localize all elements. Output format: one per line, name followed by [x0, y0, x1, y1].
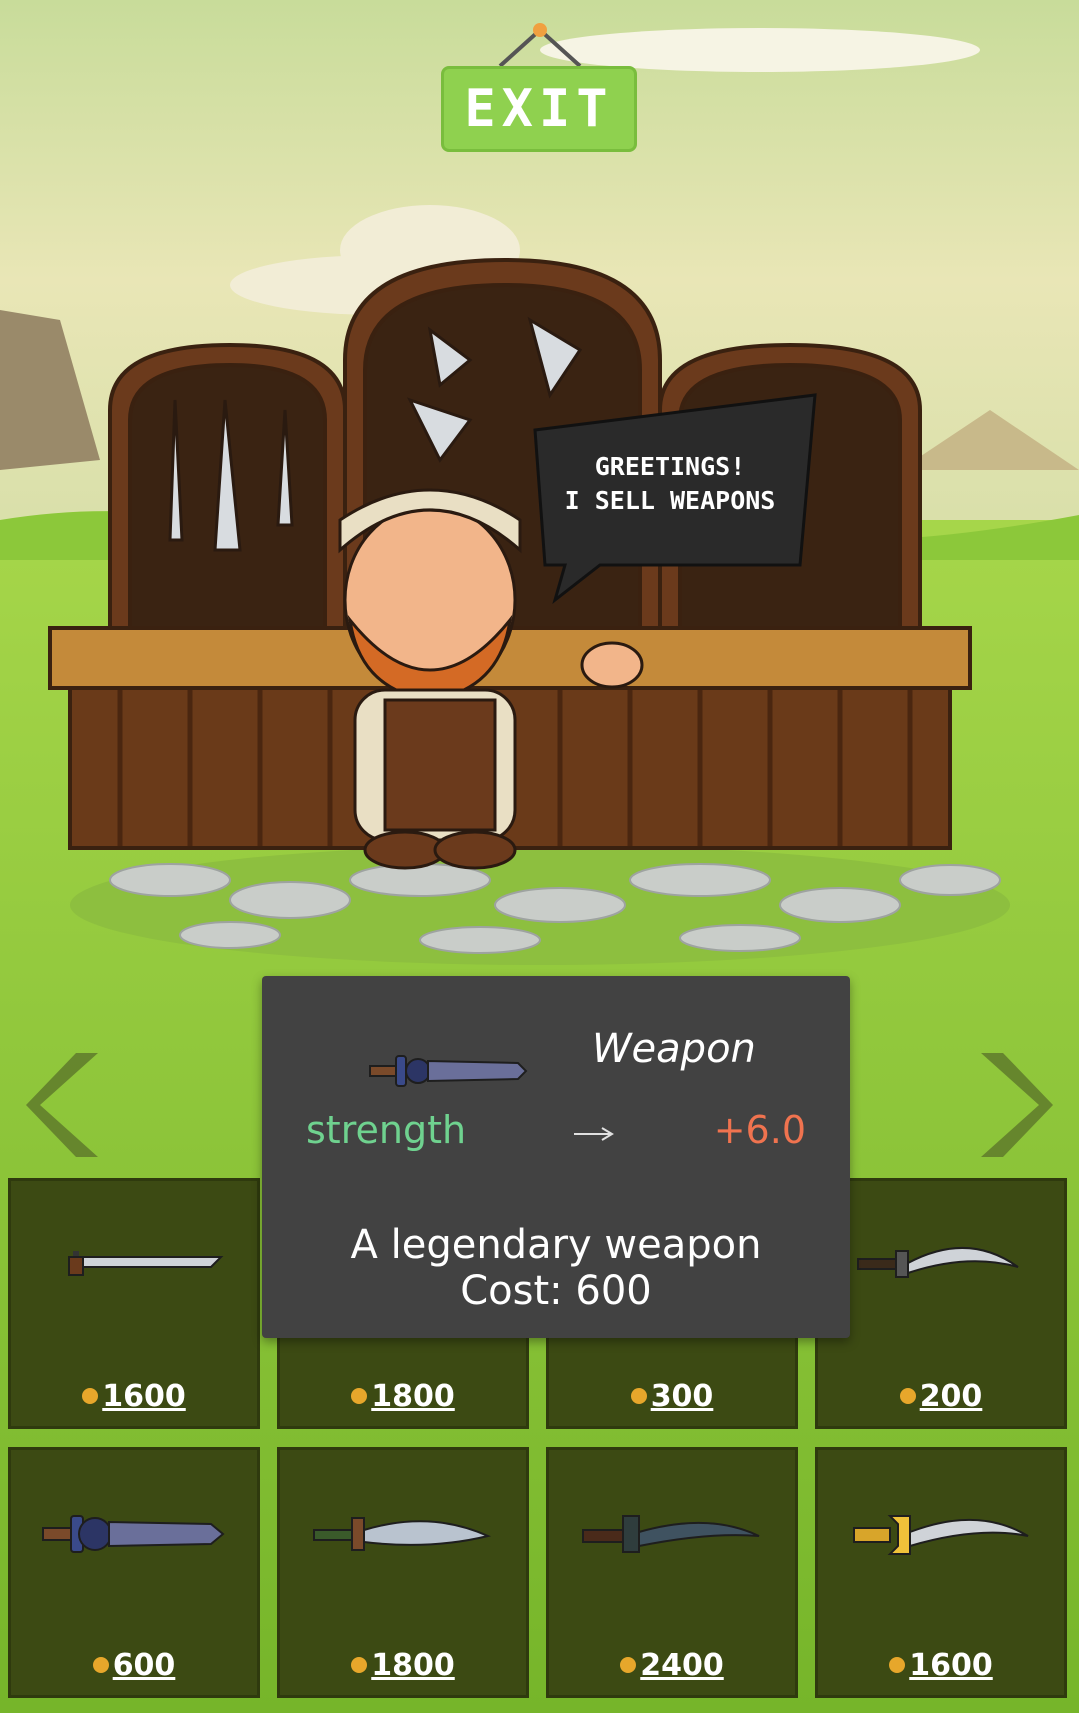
exit-button[interactable]: EXIT [441, 66, 637, 152]
coin-icon [899, 1387, 916, 1404]
dark-scimitar-icon [582, 1515, 760, 1553]
shop-item-slot[interactable]: 200 [815, 1178, 1067, 1429]
weapon-description: A legendary weapon [350, 1222, 762, 1268]
coin-icon [92, 1656, 109, 1673]
item-price: 1600 [11, 1379, 257, 1414]
cost-value: 600 [575, 1268, 652, 1314]
speech-line-1: GREETINGS! [594, 452, 746, 481]
item-price-value: 200 [919, 1379, 983, 1414]
tooltip-title: Weapon [592, 1026, 756, 1072]
item-price-value: 600 [112, 1648, 176, 1683]
coin-icon [351, 1656, 368, 1673]
stat-name: strength [306, 1108, 467, 1152]
katana-icon [68, 1251, 224, 1276]
cost-label: Cost: [460, 1268, 563, 1314]
legendary-sword-icon [42, 1515, 225, 1553]
item-price: 1600 [818, 1648, 1064, 1683]
item-price-value: 1600 [909, 1648, 993, 1683]
coin-icon [351, 1387, 368, 1404]
item-price: 1800 [280, 1379, 526, 1414]
item-price: 600 [11, 1648, 257, 1683]
serrated-blade-icon [313, 1517, 492, 1551]
shop-item-slot[interactable]: 600 [8, 1447, 260, 1698]
item-price: 200 [818, 1379, 1064, 1414]
arrow-right-icon [574, 1127, 614, 1141]
coin-icon [630, 1387, 647, 1404]
weapon-tooltip: Weapon strength +6.0 A legendary weapon … [262, 976, 850, 1338]
item-price: 2400 [549, 1648, 795, 1683]
item-price-value: 1600 [102, 1379, 186, 1414]
item-price: 1800 [280, 1648, 526, 1683]
chevron-right-icon[interactable] [973, 1045, 1053, 1165]
legendary-sword-icon [369, 1055, 528, 1087]
golden-scimitar-icon [853, 1515, 1029, 1555]
chevron-left-icon[interactable] [26, 1045, 106, 1165]
coin-icon [620, 1656, 637, 1673]
shop-item-slot[interactable]: 1600 [8, 1178, 260, 1429]
item-price-value: 300 [650, 1379, 714, 1414]
weapon-cost: Cost: 600 [262, 1268, 850, 1314]
shop-item-slot[interactable]: 1800 [277, 1447, 529, 1698]
shop-item-slot[interactable]: 1600 [815, 1447, 1067, 1698]
item-price-value: 1800 [371, 1379, 455, 1414]
speech-line-2: I SELL WEAPONS [564, 486, 776, 515]
coin-icon [82, 1387, 99, 1404]
item-price-value: 2400 [640, 1648, 724, 1683]
shop-item-slot[interactable]: 2400 [546, 1447, 798, 1698]
coin-icon [889, 1656, 906, 1673]
curved-dagger-icon [857, 1247, 1019, 1278]
item-price: 300 [549, 1379, 795, 1414]
stat-bonus-value: +6.0 [713, 1108, 806, 1152]
item-price-value: 1800 [371, 1648, 455, 1683]
